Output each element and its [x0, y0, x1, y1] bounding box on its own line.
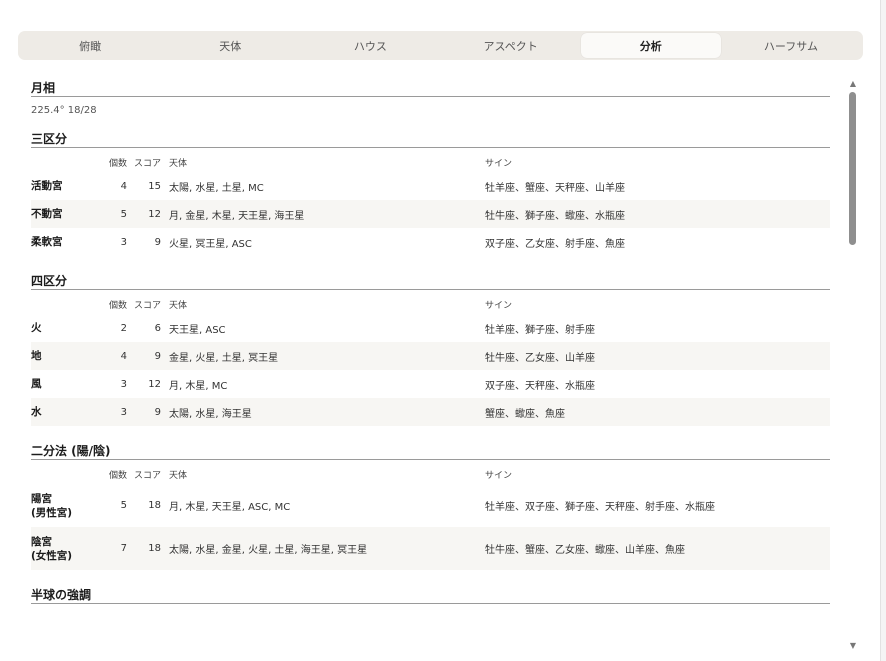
row-count: 4	[120, 180, 127, 192]
table-row: 風 3 12 月, 木星, MC 双子座、天秤座、水瓶座	[31, 370, 830, 398]
row-count: 5	[120, 500, 127, 511]
row-planets: 金星, 火星, 土星, 冥王星	[169, 352, 279, 364]
row-signs: 双子座、天秤座、水瓶座	[485, 380, 595, 392]
row-score: 6	[154, 322, 161, 334]
row-planets: 火星, 冥王星, ASC	[169, 238, 252, 250]
header-signs: サイン	[485, 158, 513, 169]
table-row: 火 2 6 天王星, ASC 牡羊座、獅子座、射手座	[31, 314, 830, 342]
tab-analysis[interactable]: 分析	[580, 33, 721, 58]
row-name-line2: (女性宮)	[31, 549, 73, 562]
hemisphere-title: 半球の強調	[31, 586, 830, 604]
row-score: 12	[148, 378, 161, 390]
table-row: 不動宮 5 12 月, 金星, 木星, 天王星, 海王星 牡牛座、獅子座、蠍座、…	[31, 200, 830, 228]
elements-table: 個数 スコア 天体 サイン 火 2 6 天王星, ASC 牡羊座、獅子座、射手座…	[31, 294, 830, 426]
row-signs: 牡牛座、乙女座、山羊座	[485, 352, 595, 364]
header-score: スコア	[133, 158, 161, 169]
header-name	[31, 464, 95, 484]
tab-planets[interactable]: 天体	[160, 33, 300, 58]
row-count: 3	[120, 236, 127, 248]
row-planets: 月, 金星, 木星, 天王星, 海王星	[169, 210, 305, 222]
row-signs: 蟹座、蠍座、魚座	[485, 408, 565, 420]
elements-title: 四区分	[31, 272, 830, 290]
header-planets: 天体	[169, 300, 188, 311]
row-name: 陽宮 (男性宮)	[31, 484, 95, 527]
row-planets: 天王星, ASC	[169, 324, 226, 336]
row-name: 柔軟宮	[31, 236, 63, 248]
scroll-thumb[interactable]	[849, 92, 856, 245]
row-planets: 月, 木星, 天王星, ASC, MC	[169, 502, 291, 513]
header-signs: サイン	[485, 300, 513, 311]
row-name: 陰宮 (女性宮)	[31, 527, 95, 570]
row-score: 9	[154, 236, 161, 248]
table-row: 活動宮 4 15 太陽, 水星, 土星, MC 牡羊座、蟹座、天秤座、山羊座	[31, 172, 830, 200]
row-score: 15	[148, 180, 161, 192]
row-planets: 月, 木星, MC	[169, 380, 228, 392]
triangle-down-icon[interactable]: ▼	[848, 640, 858, 650]
row-score: 9	[154, 406, 161, 418]
header-score: スコア	[133, 470, 161, 481]
row-signs: 牡羊座、双子座、獅子座、天秤座、射手座、水瓶座	[485, 502, 715, 513]
header-planets: 天体	[169, 158, 188, 169]
row-planets: 太陽, 水星, 金星, 火星, 土星, 海王星, 冥王星	[169, 545, 368, 556]
tab-bar: 俯瞰 天体 ハウス アスペクト 分析 ハーフサム	[18, 31, 863, 60]
row-name-line1: 陽宮	[31, 492, 52, 505]
header-name	[31, 294, 95, 314]
polarity-title: 二分法 (陽/陰)	[31, 442, 830, 460]
tab-halfsums[interactable]: ハーフサム	[721, 33, 861, 58]
table-row: 陽宮 (男性宮) 5 18 月, 木星, 天王星, ASC, MC 牡羊座、双子…	[31, 484, 830, 527]
row-name: 活動宮	[31, 180, 63, 192]
row-name: 火	[31, 322, 42, 334]
header-count: 個数	[108, 158, 127, 169]
tab-overview[interactable]: 俯瞰	[20, 33, 160, 58]
row-name: 不動宮	[31, 208, 63, 220]
row-name-line1: 陰宮	[31, 535, 52, 548]
header-score: スコア	[133, 300, 161, 311]
row-score: 12	[148, 208, 161, 220]
row-count: 3	[120, 406, 127, 418]
table-row: 地 4 9 金星, 火星, 土星, 冥王星 牡牛座、乙女座、山羊座	[31, 342, 830, 370]
row-name: 風	[31, 378, 42, 390]
row-planets: 太陽, 水星, 海王星	[169, 408, 252, 420]
table-row: 柔軟宮 3 9 火星, 冥王星, ASC 双子座、乙女座、射手座、魚座	[31, 228, 830, 256]
row-count: 3	[120, 378, 127, 390]
row-count: 7	[120, 543, 127, 554]
row-planets: 太陽, 水星, 土星, MC	[169, 182, 264, 194]
row-signs: 牡羊座、蟹座、天秤座、山羊座	[485, 182, 625, 194]
polarity-table: 個数 スコア 天体 サイン 陽宮 (男性宮) 5 18 月, 木星, 天王星, …	[31, 464, 830, 570]
modality-table: 個数 スコア 天体 サイン 活動宮 4 15 太陽, 水星, 土星, MC 牡羊…	[31, 152, 830, 256]
row-score: 18	[148, 543, 161, 554]
table-row: 陰宮 (女性宮) 7 18 太陽, 水星, 金星, 火星, 土星, 海王星, 冥…	[31, 527, 830, 570]
table-row: 水 3 9 太陽, 水星, 海王星 蟹座、蠍座、魚座	[31, 398, 830, 426]
window-edge	[880, 0, 886, 661]
row-count: 2	[120, 322, 127, 334]
analysis-panel: 月相 225.4° 18/28 三区分 個数 スコア 天体 サイン 活動宮 4 …	[31, 79, 830, 649]
row-name: 水	[31, 406, 42, 418]
header-count: 個数	[108, 300, 127, 311]
header-count: 個数	[108, 470, 127, 481]
row-name: 地	[31, 350, 42, 362]
moon-phase-value: 225.4° 18/28	[31, 105, 97, 116]
header-planets: 天体	[169, 470, 188, 481]
row-signs: 牡羊座、獅子座、射手座	[485, 324, 595, 336]
moon-phase-title: 月相	[31, 79, 830, 97]
header-signs: サイン	[485, 470, 513, 481]
row-signs: 牡牛座、蟹座、乙女座、蠍座、山羊座、魚座	[485, 545, 685, 556]
triangle-up-icon[interactable]: ▲	[848, 78, 858, 88]
row-count: 5	[120, 208, 127, 220]
modality-title: 三区分	[31, 130, 830, 148]
row-signs: 双子座、乙女座、射手座、魚座	[485, 238, 625, 250]
row-name-line2: (男性宮)	[31, 506, 73, 519]
row-score: 18	[148, 500, 161, 511]
row-score: 9	[154, 350, 161, 362]
tab-aspects[interactable]: アスペクト	[441, 33, 581, 58]
vertical-scrollbar[interactable]: ▲ ▼	[846, 78, 860, 650]
header-name	[31, 152, 95, 172]
row-signs: 牡牛座、獅子座、蠍座、水瓶座	[485, 210, 625, 222]
tab-houses[interactable]: ハウス	[300, 33, 440, 58]
row-count: 4	[120, 350, 127, 362]
